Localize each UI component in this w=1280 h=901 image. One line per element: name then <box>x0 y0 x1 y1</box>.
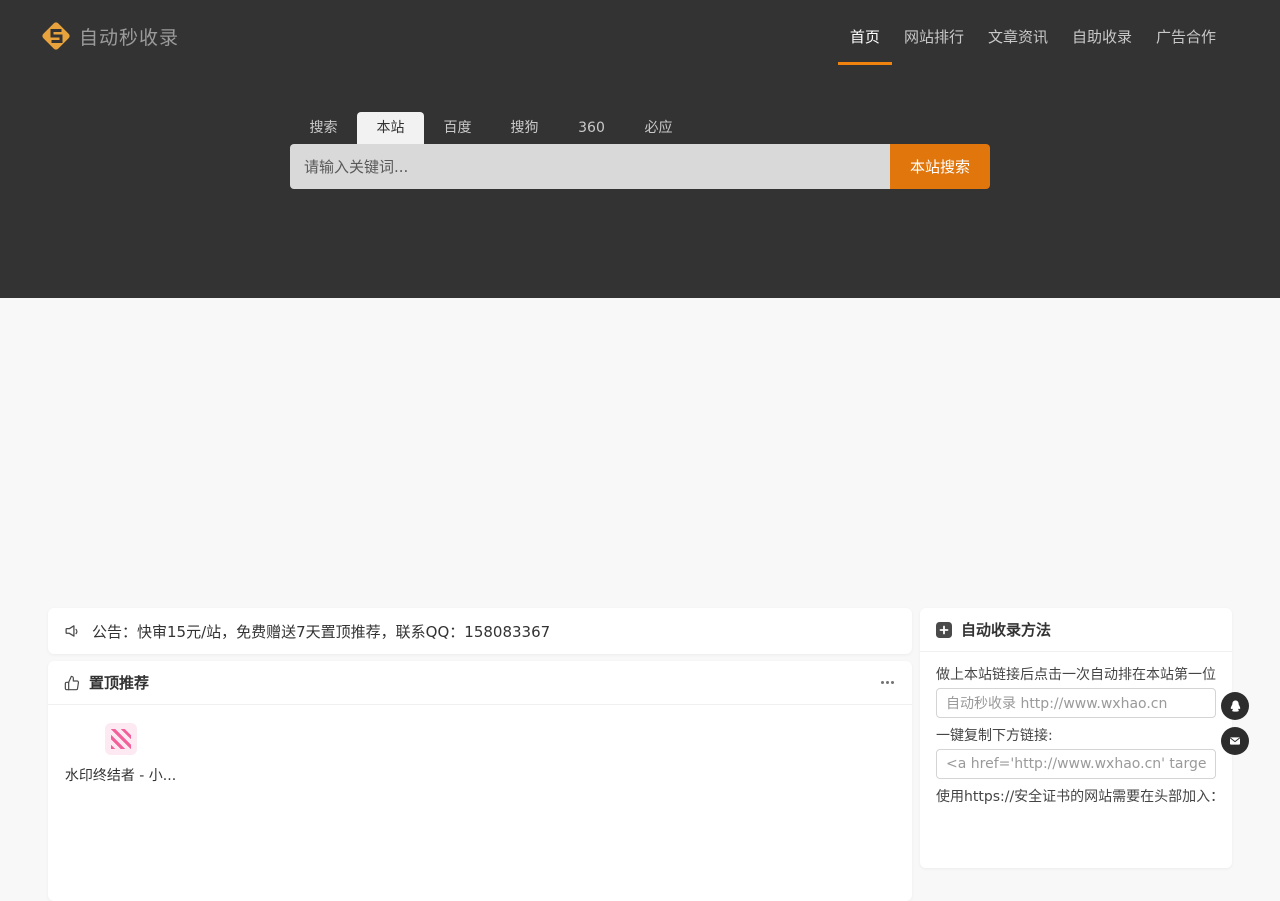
hero-header: 自动秒收录 首页 网站排行 文章资讯 自助收录 广告合作 搜索 本站 百度 搜狗… <box>0 0 1280 298</box>
megaphone-icon <box>64 623 81 640</box>
site-search-button[interactable]: 本站搜索 <box>890 144 990 189</box>
site-link-input[interactable] <box>936 688 1216 718</box>
copy-link-code-input[interactable] <box>936 749 1216 779</box>
search-tab-sogou[interactable]: 搜狗 <box>491 112 558 144</box>
right-column: 自动收录方法 做上本站链接后点击一次自动排在本站第一位 一键复制下方链接: 使用… <box>920 608 1232 868</box>
nav-item-site-ranking[interactable]: 网站排行 <box>892 20 976 72</box>
auto-include-body: 做上本站链接后点击一次自动排在本站第一位 一键复制下方链接: 使用https:/… <box>920 652 1232 807</box>
email-contact-button[interactable] <box>1221 727 1249 755</box>
search-tabs-label: 搜索 <box>290 112 357 144</box>
pinned-recommendation-card: 置顶推荐 水印终结者 - 小... <box>48 661 912 901</box>
left-column: 公告：快审15元/站，免费赠送7天置顶推荐，联系QQ：158083367 置顶推… <box>48 608 912 901</box>
qq-icon <box>1227 698 1244 715</box>
search-bar: 本站搜索 <box>290 144 990 189</box>
plus-square-icon <box>936 622 952 638</box>
nav-item-home[interactable]: 首页 <box>838 20 892 72</box>
thumbs-up-icon <box>64 675 80 691</box>
pinned-card-body: 水印终结者 - 小... <box>48 705 912 803</box>
brand-name: 自动秒收录 <box>79 23 179 50</box>
nav-item-self-submit[interactable]: 自助收录 <box>1060 20 1144 72</box>
auto-include-card: 自动收录方法 做上本站链接后点击一次自动排在本站第一位 一键复制下方链接: 使用… <box>920 608 1232 868</box>
site-item[interactable]: 水印终结者 - 小... <box>64 723 177 785</box>
search-input[interactable] <box>290 144 890 189</box>
brand-logo-icon <box>40 20 72 52</box>
search-engine-tabs: 搜索 本站 百度 搜狗 360 必应 <box>290 112 990 144</box>
search-tab-baidu[interactable]: 百度 <box>424 112 491 144</box>
site-name: 水印终结者 - 小... <box>65 765 176 785</box>
pinned-card-title: 置顶推荐 <box>89 672 149 693</box>
more-menu-icon[interactable] <box>879 675 896 690</box>
auto-include-card-header: 自动收录方法 <box>920 608 1232 652</box>
nav-item-articles[interactable]: 文章资讯 <box>976 20 1060 72</box>
announcement-text: 公告：快审15元/站，免费赠送7天置顶推荐，联系QQ：158083367 <box>92 621 550 642</box>
search-tab-360[interactable]: 360 <box>558 112 625 144</box>
search-tab-bing[interactable]: 必应 <box>625 112 692 144</box>
site-favicon-icon <box>105 723 137 755</box>
announcement-bar: 公告：快审15元/站，免费赠送7天置顶推荐，联系QQ：158083367 <box>48 608 912 654</box>
top-navbar: 自动秒收录 首页 网站排行 文章资讯 自助收录 广告合作 <box>0 0 1280 72</box>
nav-item-ad-cooperation[interactable]: 广告合作 <box>1144 20 1228 72</box>
main-content: 公告：快审15元/站，免费赠送7天置顶推荐，联系QQ：158083367 置顶推… <box>48 608 1232 901</box>
auto-include-instruction-2: 一键复制下方链接: <box>936 726 1216 746</box>
pinned-card-header: 置顶推荐 <box>48 661 912 705</box>
auto-include-instruction-1: 做上本站链接后点击一次自动排在本站第一位 <box>936 665 1216 685</box>
mail-icon <box>1227 733 1243 749</box>
auto-include-instruction-3: 使用https://安全证书的网站需要在头部加入： <box>936 787 1216 807</box>
qq-contact-button[interactable] <box>1221 692 1249 720</box>
main-nav: 首页 网站排行 文章资讯 自助收录 广告合作 <box>838 0 1228 72</box>
search-area: 搜索 本站 百度 搜狗 360 必应 本站搜索 <box>290 112 990 189</box>
auto-include-title: 自动收录方法 <box>961 619 1051 640</box>
search-tab-this-site[interactable]: 本站 <box>357 112 424 144</box>
brand[interactable]: 自动秒收录 <box>40 0 179 72</box>
floating-action-buttons <box>1221 692 1249 755</box>
